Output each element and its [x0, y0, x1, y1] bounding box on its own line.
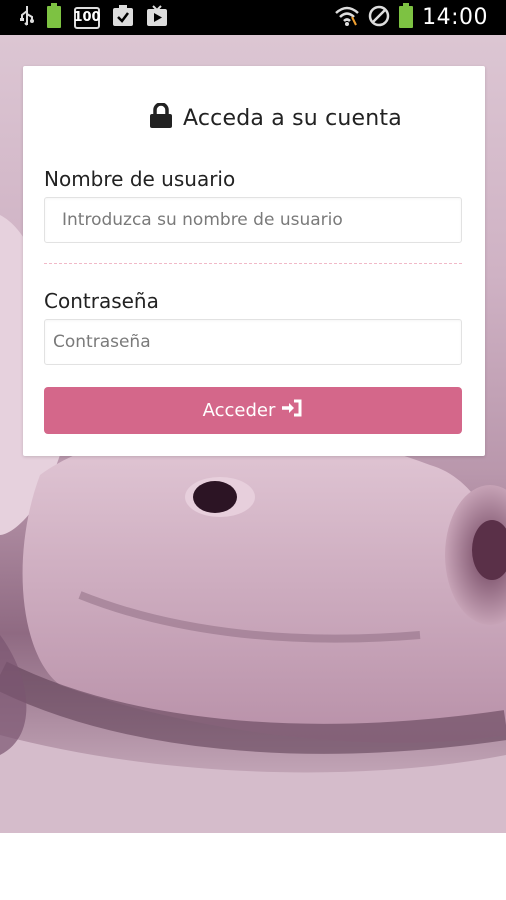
login-card: Acceda a su cuenta Nombre de usuario Con…: [23, 66, 485, 456]
form-divider: [44, 263, 462, 264]
play-store-icon: [146, 4, 168, 31]
sign-in-icon: [281, 399, 303, 422]
username-input[interactable]: [44, 197, 462, 243]
lock-icon: [149, 102, 173, 133]
password-label: Contraseña: [44, 289, 159, 313]
username-label: Nombre de usuario: [44, 167, 236, 191]
clipboard-check-icon: [112, 4, 134, 31]
battery-icon: [46, 2, 62, 33]
battery-full-icon: [398, 2, 414, 33]
login-title-row: Acceda a su cuenta: [149, 102, 402, 133]
wifi-icon: [334, 5, 360, 31]
login-submit-button[interactable]: Acceder: [44, 387, 462, 434]
password-input[interactable]: [44, 319, 462, 365]
status-bar-left: 100: [20, 2, 168, 33]
bottom-blank-area: [0, 833, 506, 900]
battery-100-badge-icon: 100: [73, 6, 101, 29]
status-time: 14:00: [422, 5, 488, 30]
login-title: Acceda a su cuenta: [183, 105, 402, 131]
login-submit-label: Acceder: [202, 400, 276, 421]
usb-icon: [20, 5, 34, 31]
status-bar: 100 14:00: [0, 0, 506, 35]
status-bar-right: 14:00: [334, 2, 488, 33]
no-signal-icon: [368, 5, 390, 31]
